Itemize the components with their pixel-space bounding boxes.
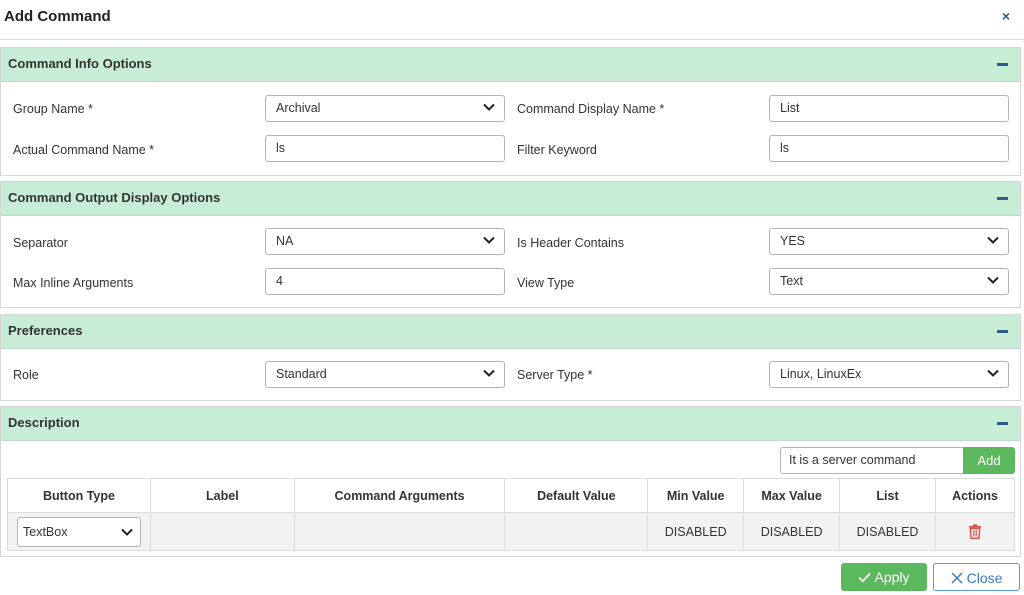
panel-title: Description [8, 415, 80, 430]
max-inline-label: Max Inline Arguments [13, 276, 134, 290]
chevron-down-icon [121, 528, 133, 536]
panel-title: Preferences [8, 323, 83, 338]
panel-output-options: Command Output Display Options Separator… [0, 181, 1021, 308]
apply-button-content: Apply [841, 569, 927, 585]
trash-icon[interactable] [968, 524, 982, 540]
group-name-value: Archival [276, 101, 321, 115]
column-header: Actions [935, 478, 1015, 513]
chevron-down-icon [483, 103, 495, 111]
view-type-label: View Type [517, 276, 575, 290]
chevron-down-icon [987, 276, 999, 284]
panel-preferences: Preferences Role Standard Server Type * … [0, 314, 1021, 401]
view-type-select[interactable]: Text [769, 268, 1009, 295]
header-contains-select[interactable]: YES [769, 228, 1009, 255]
column-header: Default Value [504, 478, 649, 513]
view-type-value: Text [780, 274, 803, 288]
server-type-select[interactable]: Linux, LinuxEx [769, 361, 1009, 388]
table-header-row: Button Type Label Command Arguments Defa… [7, 478, 1015, 513]
panel-header-command-info: Command Info Options [1, 48, 1020, 82]
column-header: Max Value [743, 478, 841, 513]
role-select[interactable]: Standard [265, 361, 505, 388]
command-args-cell [293, 512, 506, 551]
description-input[interactable]: It is a server command [780, 447, 964, 474]
actual-name-input[interactable]: ls [265, 135, 505, 162]
column-header: List [839, 478, 936, 513]
panel-header-preferences: Preferences [1, 315, 1020, 349]
panel-header-output: Command Output Display Options [1, 182, 1020, 216]
chevron-down-icon [483, 236, 495, 244]
arguments-table: Button Type Label Command Arguments Defa… [7, 478, 1015, 551]
dialog-title: Add Command [4, 8, 111, 25]
max-inline-input[interactable]: 4 [265, 268, 505, 295]
separator-label: Separator [13, 236, 68, 250]
button-type-cell: TextBox [7, 512, 151, 551]
max-value-cell: DISABLED [743, 512, 841, 551]
server-type-value: Linux, LinuxEx [780, 367, 862, 381]
chevron-down-icon [987, 369, 999, 377]
panel-command-info: Command Info Options Group Name * Archiv… [0, 47, 1021, 176]
minus-icon[interactable] [997, 330, 1008, 333]
close-icon[interactable]: × [1002, 8, 1010, 24]
check-icon [858, 572, 872, 583]
filter-keyword-label: Filter Keyword [517, 143, 597, 157]
minus-icon[interactable] [997, 63, 1008, 66]
panel-header-description: Description [1, 407, 1020, 441]
close-button[interactable]: Close [933, 563, 1020, 591]
separator-value: NA [276, 234, 294, 248]
min-value-cell: DISABLED [647, 512, 745, 551]
role-label: Role [13, 368, 39, 382]
column-header: Min Value [647, 478, 745, 513]
role-value: Standard [276, 367, 327, 381]
column-header: Button Type [7, 478, 151, 513]
minus-icon[interactable] [997, 422, 1008, 425]
display-name-input[interactable]: List [769, 95, 1009, 122]
group-name-select[interactable]: Archival [265, 95, 505, 122]
button-type-value: TextBox [23, 524, 68, 539]
column-header: Label [149, 478, 295, 513]
apply-button[interactable]: Apply [841, 563, 927, 591]
close-button-content: Close [934, 570, 1019, 586]
header-contains-value: YES [780, 234, 806, 248]
server-type-label: Server Type * [517, 368, 593, 382]
display-name-label: Command Display Name * [517, 102, 665, 116]
panel-title: Command Output Display Options [8, 190, 221, 205]
separator-select[interactable]: NA [265, 228, 505, 255]
chevron-down-icon [483, 369, 495, 377]
apply-label: Apply [874, 569, 910, 585]
header-contains-label: Is Header Contains [517, 236, 625, 250]
modal-header: Add Command × [0, 0, 1024, 40]
filter-keyword-input[interactable]: ls [769, 135, 1009, 162]
list-cell: DISABLED [839, 512, 936, 551]
group-name-label: Group Name * [13, 102, 93, 116]
label-cell [149, 512, 295, 551]
column-header: Command Arguments [293, 478, 506, 513]
panel-title: Command Info Options [8, 56, 152, 71]
actual-name-label: Actual Command Name * [13, 143, 155, 157]
close-label: Close [966, 570, 1003, 586]
x-icon [951, 572, 963, 584]
table-row: TextBox DISABLED DISABLED DISABLED [7, 512, 1015, 551]
actions-cell [935, 512, 1015, 551]
add-button[interactable]: Add [963, 447, 1015, 474]
chevron-down-icon [987, 236, 999, 244]
default-value-cell [504, 512, 649, 551]
minus-icon[interactable] [997, 197, 1008, 200]
button-type-select[interactable]: TextBox [17, 516, 141, 547]
